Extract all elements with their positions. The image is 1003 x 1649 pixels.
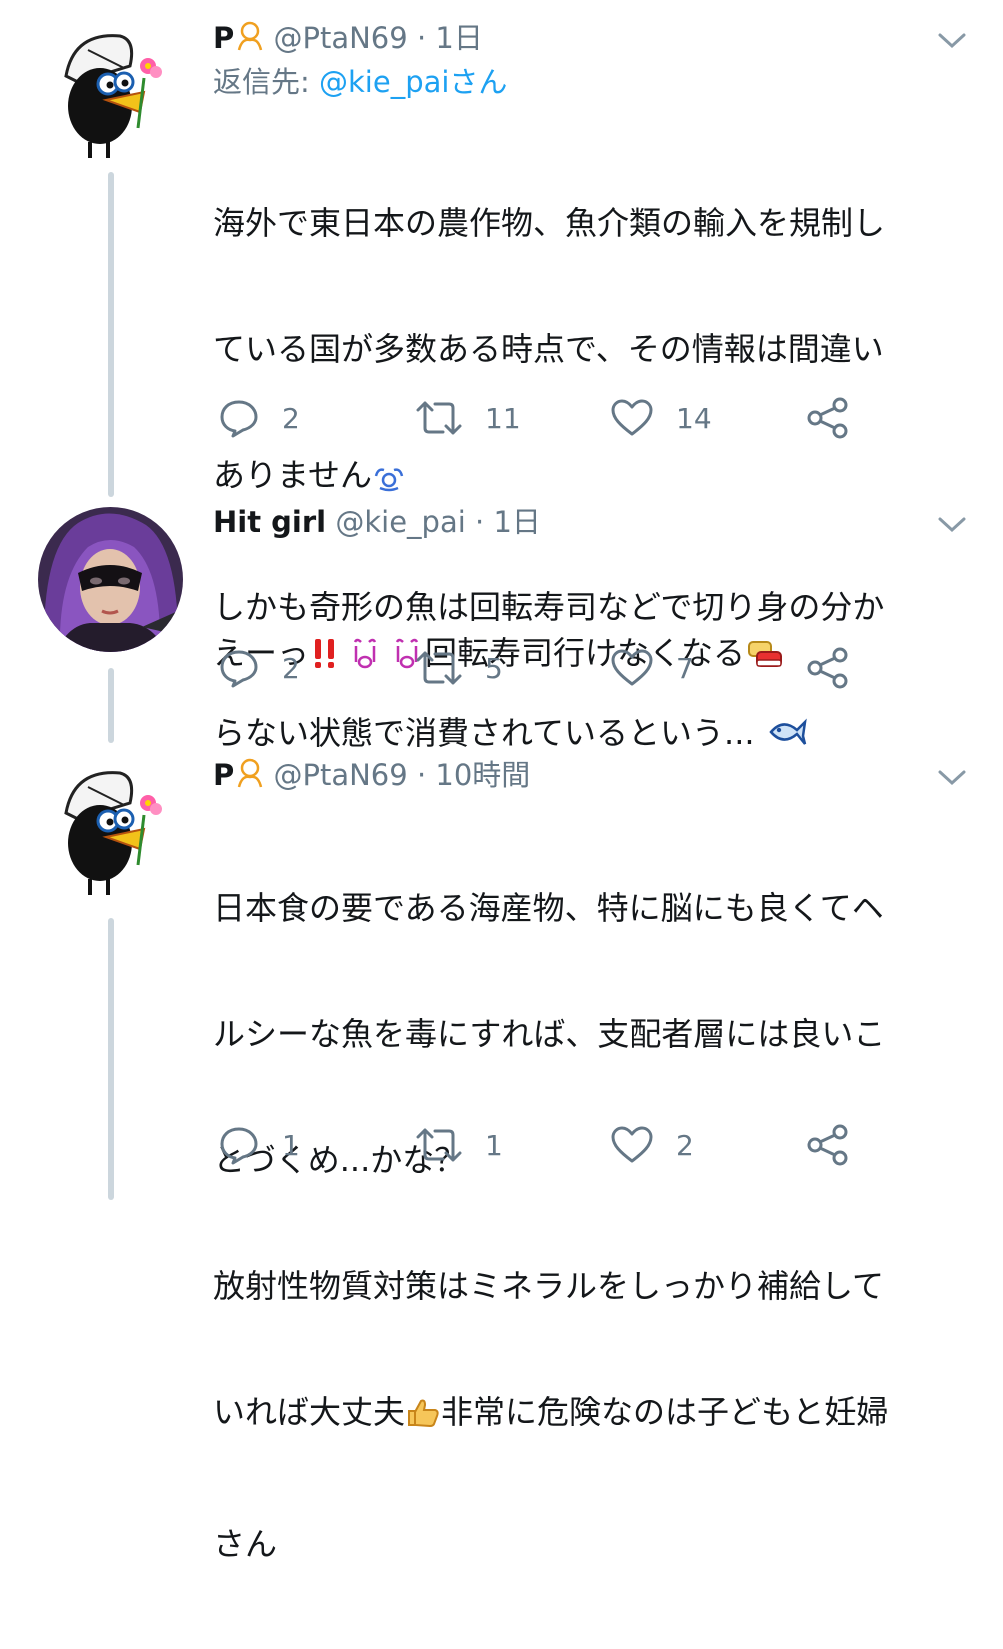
tweet-header: P @PtaN69 · 1日 — [213, 18, 483, 58]
retweet-icon — [416, 651, 462, 685]
timestamp[interactable]: 10時間 — [435, 758, 530, 792]
tweet-header: P @PtaN69 · 10時間 — [213, 755, 530, 795]
share-icon — [807, 397, 848, 439]
retweet-count: 1 — [485, 1128, 503, 1162]
separator-dot: · — [416, 21, 427, 55]
reply-to: 返信先: @kie_paiさん — [213, 62, 507, 102]
avatar[interactable] — [38, 507, 183, 652]
reply-icon — [220, 1127, 258, 1165]
display-name[interactable]: Hit girl — [213, 505, 326, 539]
crying-face-emoji — [347, 636, 383, 680]
like-button[interactable]: 2 — [610, 1123, 694, 1167]
reply-count: 1 — [282, 1128, 300, 1162]
retweet-count: 11 — [485, 401, 521, 435]
retweet-count: 5 — [485, 651, 503, 685]
reply-button[interactable]: 2 — [218, 396, 300, 440]
exclamation-emoji — [309, 636, 341, 680]
text-line: いれば大丈夫 非常に危険なのは子どもと妊婦 — [213, 1391, 973, 1439]
retweet-button[interactable]: 1 — [415, 1123, 503, 1167]
sweat-emoji — [372, 460, 406, 502]
like-count: 2 — [676, 1128, 694, 1162]
thumbs-up-emoji — [405, 1395, 441, 1439]
heart-icon — [611, 649, 653, 686]
reply-count: 2 — [282, 401, 300, 435]
mention-link[interactable]: @kie_paiさん — [319, 65, 507, 99]
user-handle[interactable]: @kie_pai — [335, 505, 465, 539]
heart-icon — [611, 1126, 653, 1163]
face-emoji — [236, 20, 264, 62]
heart-icon — [611, 399, 653, 436]
retweet-icon — [416, 401, 462, 435]
retweet-button[interactable]: 5 — [415, 646, 503, 690]
share-button[interactable] — [806, 646, 850, 690]
separator-dot: · — [416, 758, 427, 792]
text-line: ありません — [213, 454, 973, 502]
hit-girl-avatar-image — [38, 507, 183, 652]
timestamp[interactable]: 1日 — [435, 21, 482, 55]
like-count: 7 — [676, 651, 694, 685]
text-line: ルシーな魚を毒にすれば、支配者層には良いこ — [213, 1015, 886, 1053]
tweet-text: えーっ 回転寿司行けなくなる — [213, 548, 973, 764]
bird-avatar-image — [38, 755, 183, 900]
share-button[interactable] — [806, 1123, 850, 1167]
bird-avatar-image — [38, 18, 183, 163]
avatar[interactable] — [38, 755, 183, 900]
sushi-emoji — [745, 636, 785, 680]
display-name[interactable]: P — [213, 758, 234, 792]
separator-dot: · — [475, 505, 485, 539]
text-line: 放射性物質対策はミネラルをしっかり補給して — [213, 1267, 885, 1305]
reply-count: 2 — [282, 651, 300, 685]
face-emoji — [236, 757, 264, 799]
text-line: 日本食の要である海産物、特に脳にも良くてヘ — [213, 889, 884, 927]
display-name[interactable]: P — [213, 21, 234, 55]
chevron-down-icon[interactable] — [937, 769, 967, 791]
reply-icon — [220, 650, 258, 688]
user-handle[interactable]: @PtaN69 — [273, 21, 407, 55]
text-line: さん — [213, 1525, 278, 1563]
user-handle[interactable]: @PtaN69 — [273, 758, 407, 792]
tweet-2[interactable]: Hit girl @kie_pai · 1日 えーっ 回転寿司行けなくなる 2 5… — [0, 502, 1003, 702]
text-line: とづくめ...かな？ — [213, 1141, 467, 1179]
share-icon — [807, 1124, 848, 1166]
avatar[interactable] — [38, 18, 183, 163]
share-button[interactable] — [806, 396, 850, 440]
like-count: 14 — [676, 401, 712, 435]
tweet-header: Hit girl @kie_pai · 1日 — [213, 502, 541, 542]
like-button[interactable]: 7 — [610, 646, 694, 690]
tweet-3[interactable]: P @PtaN69 · 10時間 日本食の要である海産物、特に脳にも良くてヘ ル… — [0, 755, 1003, 1563]
chevron-down-icon[interactable] — [937, 516, 967, 538]
reply-button[interactable]: 1 — [218, 1123, 300, 1167]
retweet-button[interactable]: 11 — [415, 396, 521, 440]
text-line: 海外で東日本の農作物、魚介類の輸入を規制し — [213, 204, 886, 242]
timestamp[interactable]: 1日 — [493, 505, 540, 539]
reply-to-label: 返信先: — [213, 65, 319, 99]
tweet-text: 日本食の要である海産物、特に脳にも良くてヘ ルシーな魚を毒にすれば、支配者層には… — [213, 803, 973, 1649]
like-button[interactable]: 14 — [610, 396, 712, 440]
text-line: ている国が多数ある時点で、その情報は間違い — [213, 330, 884, 368]
reply-icon — [220, 400, 258, 438]
chevron-down-icon[interactable] — [937, 32, 967, 54]
text-line: えーっ 回転寿司行けなくなる — [213, 632, 973, 680]
tweet-1[interactable]: P @PtaN69 · 1日 返信先: @kie_paiさん 海外で東日本の農作… — [0, 18, 1003, 752]
retweet-icon — [416, 1128, 462, 1162]
share-icon — [807, 647, 848, 689]
reply-button[interactable]: 2 — [218, 646, 300, 690]
